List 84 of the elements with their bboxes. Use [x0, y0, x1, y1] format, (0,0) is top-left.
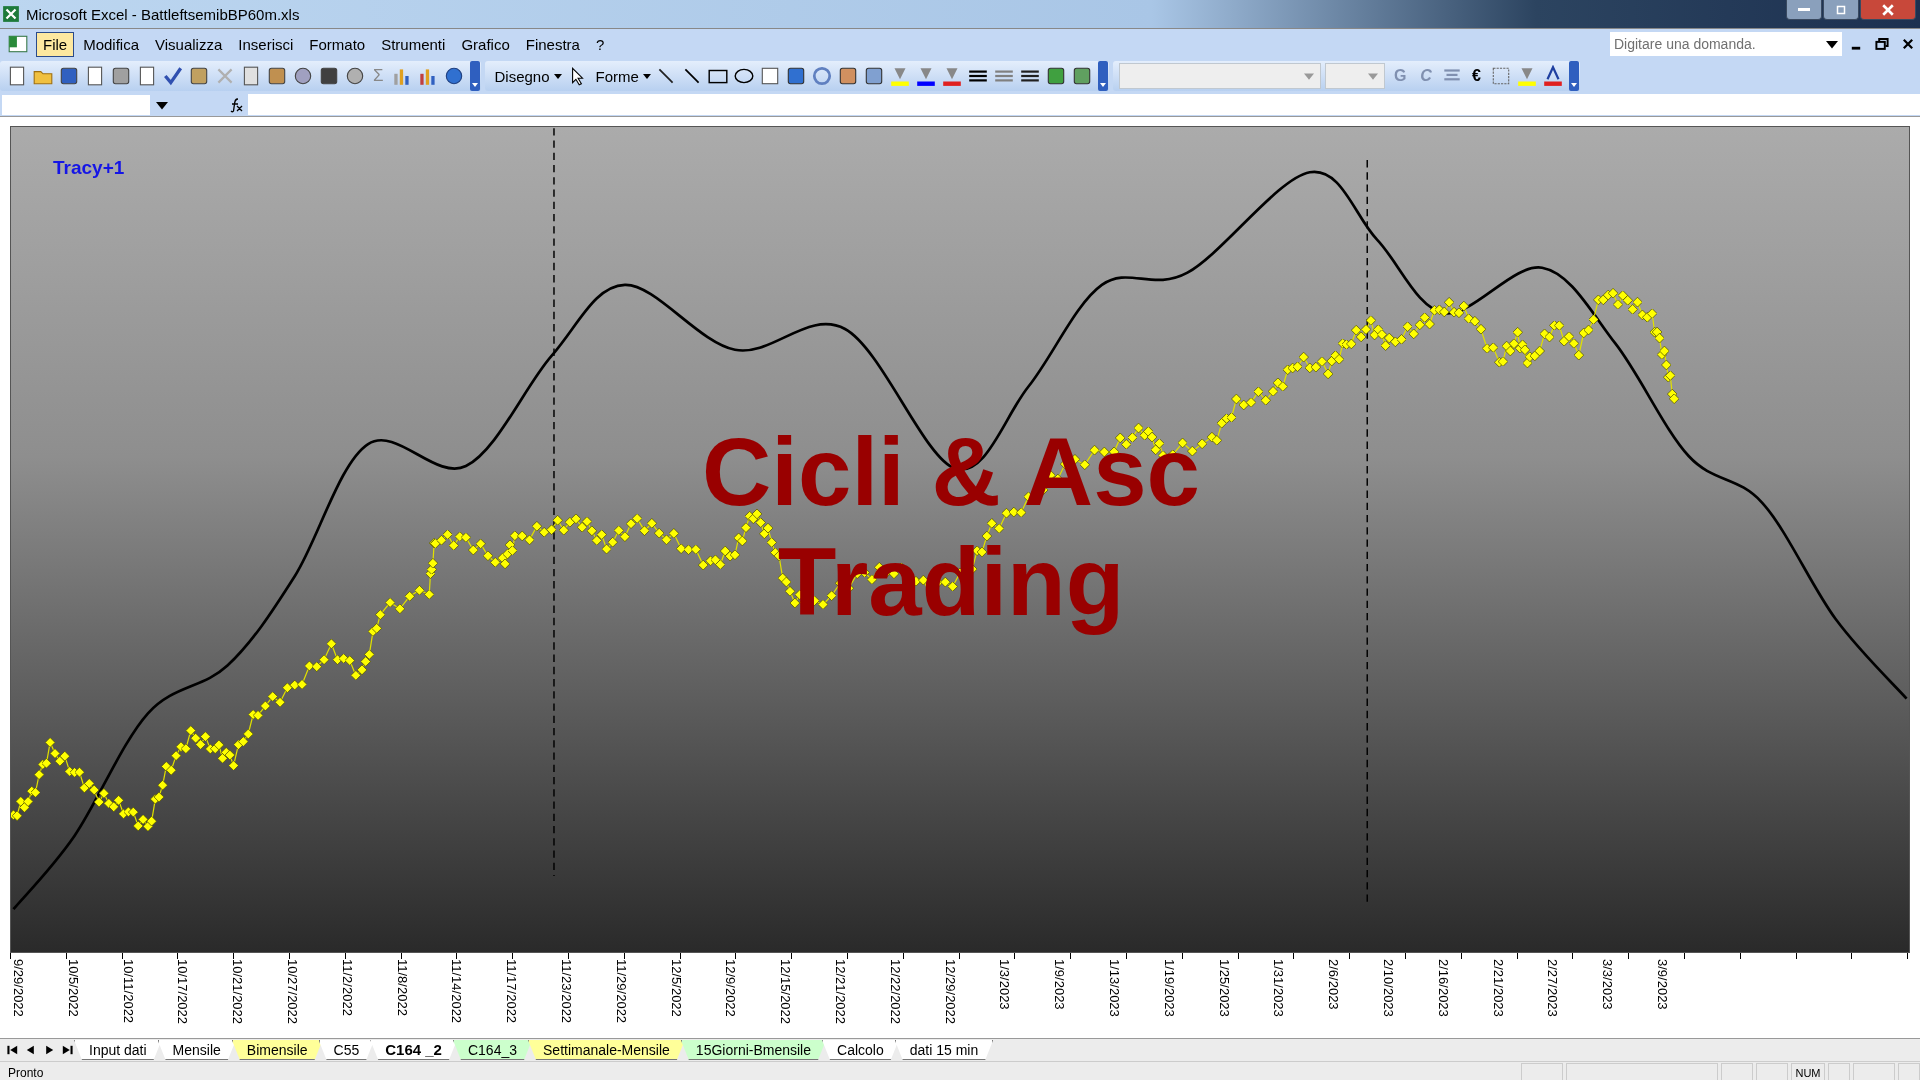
series-label: Tracy+1: [53, 157, 125, 179]
toolbar-options-icon[interactable]: [1567, 61, 1580, 91]
dropdown-arrow-icon[interactable]: [1826, 38, 1838, 50]
menu-item[interactable]: Visualizza: [148, 31, 230, 57]
axis-label: 10/17/2022: [174, 959, 191, 1025]
sheet-tab[interactable]: C164 _2: [370, 1040, 457, 1060]
axis-label: 1/19/2023: [1160, 959, 1177, 1019]
menu-item[interactable]: Modifica: [76, 31, 147, 57]
axis-label: 2/6/2023: [1325, 959, 1342, 1012]
menu-item[interactable]: Finestra: [518, 31, 587, 57]
axis-label: 10/5/2022: [64, 959, 81, 1019]
font-color-icon[interactable]: [1541, 65, 1564, 87]
status-text: Pronto: [7, 1066, 44, 1080]
sheet-tab[interactable]: Input dati: [74, 1040, 162, 1060]
sheet-tab[interactable]: Bimensile: [231, 1040, 323, 1060]
axis-label: 2/21/2023: [1489, 959, 1506, 1019]
axis-label: 10/11/2022: [119, 959, 136, 1025]
axis-label: 1/31/2023: [1270, 959, 1287, 1019]
font-color-icon[interactable]: [940, 65, 963, 87]
minimize-button[interactable]: [1786, 0, 1822, 20]
axis-label: 2/27/2023: [1544, 959, 1561, 1019]
axis-label: 12/22/2022: [886, 959, 903, 1025]
axis-label: 3/3/2023: [1599, 959, 1616, 1012]
axis-label: 1/3/2023: [996, 959, 1013, 1012]
axis-label: 10/27/2022: [284, 959, 300, 1025]
menu-item[interactable]: Formato: [302, 31, 373, 57]
excel-logo-icon: [2, 5, 20, 23]
menu-item[interactable]: Strumenti: [374, 31, 453, 57]
last-sheet-icon[interactable]: [60, 1043, 74, 1057]
axis-label: 12/21/2022: [831, 959, 848, 1025]
maximize-icon: [1835, 4, 1847, 15]
axis-label: 11/8/2022: [393, 959, 410, 1018]
toolbar-options-icon[interactable]: [1096, 61, 1109, 91]
axis-label: 12/9/2022: [722, 959, 739, 1019]
axis-label: 1/25/2023: [1215, 959, 1232, 1019]
font-size-field[interactable]: [1324, 63, 1385, 89]
sheet-tab[interactable]: dati 15 min: [894, 1040, 994, 1060]
first-sheet-icon[interactable]: [6, 1043, 20, 1057]
axis-label: 12/15/2022: [777, 959, 794, 1025]
menu-item[interactable]: File: [36, 31, 75, 57]
close-icon[interactable]: [1901, 37, 1915, 51]
minimize-icon: [1798, 8, 1810, 11]
sheet-tab[interactable]: Settimanale-Mensile: [528, 1040, 685, 1060]
spelling-check-icon[interactable]: [162, 65, 184, 87]
axis-label: 12/29/2022: [941, 959, 958, 1025]
axis-label: 1/13/2023: [1105, 959, 1122, 1019]
close-button[interactable]: [1860, 0, 1916, 20]
font-name-field[interactable]: [1118, 63, 1321, 89]
caret-icon[interactable]: [553, 72, 562, 80]
menu-item[interactable]: Grafico: [454, 31, 517, 57]
sheet-tab[interactable]: C164_3: [452, 1040, 532, 1060]
axis-label: 11/17/2022: [503, 959, 520, 1025]
axis-label: 11/23/2022: [557, 959, 574, 1025]
function-icon[interactable]: [228, 96, 244, 113]
axis-label: 3/9/2023: [1653, 959, 1670, 1012]
sheet-tab[interactable]: Calcolo: [822, 1040, 899, 1060]
window-title: Microsoft Excel - BattleftsemibBP60m.xls: [26, 5, 300, 23]
drawing-menu[interactable]: Disegno: [490, 67, 554, 85]
menu-item[interactable]: ?: [588, 31, 612, 57]
sheet-icon[interactable]: [6, 33, 30, 55]
maximize-button[interactable]: [1823, 0, 1859, 20]
menu-item[interactable]: Inserisci: [231, 31, 301, 57]
currency-button[interactable]: €: [1466, 67, 1486, 85]
axis-label: 2/16/2023: [1434, 959, 1451, 1019]
caret-icon[interactable]: [642, 72, 651, 80]
num-lock-indicator: NUM: [1791, 1063, 1825, 1080]
fill-color-icon[interactable]: [1515, 65, 1538, 87]
axis-label: 10/21/2022: [229, 959, 246, 1025]
axis-label: 2/10/2023: [1379, 959, 1396, 1019]
axis-label: 1/9/2023: [1051, 959, 1068, 1012]
close-icon: [1881, 3, 1895, 16]
axis-label: 11/2/2022: [338, 959, 355, 1018]
restore-icon[interactable]: [1875, 37, 1889, 51]
shapes-menu[interactable]: Forme: [591, 67, 643, 85]
toolbar-options-icon[interactable]: [468, 61, 481, 91]
sheet-tab[interactable]: Mensile: [157, 1040, 236, 1060]
axis-label: 11/14/2022: [448, 959, 465, 1025]
fill-color-icon[interactable]: [888, 65, 911, 87]
axis-label: 9/29/2022: [10, 959, 26, 1019]
axis-label: 12/5/2022: [667, 959, 684, 1019]
axis-label: 11/29/2022: [612, 959, 629, 1025]
help-search-field[interactable]: Digitare una domanda.: [1610, 32, 1842, 56]
line-color-icon[interactable]: [914, 65, 937, 87]
formula-field[interactable]: [248, 94, 1920, 115]
